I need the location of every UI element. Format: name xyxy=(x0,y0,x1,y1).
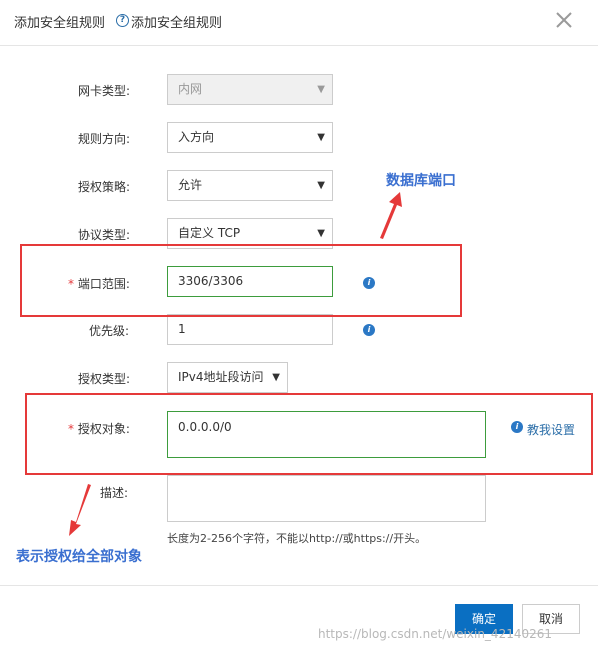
priority-value: 1 xyxy=(178,322,186,336)
priority-label: 优先级: xyxy=(89,324,130,338)
all-objects-annotation: 表示授权给全部对象 xyxy=(16,549,142,565)
description-hint: 长度为2-256个字符，不能以http://或https://开头。 xyxy=(167,532,427,545)
database-port-annotation: 数据库端口 xyxy=(386,173,456,189)
auth-policy-value: 允许 xyxy=(178,178,203,192)
priority-input[interactable]: 1 xyxy=(167,314,333,345)
nic-type-value: 内网 xyxy=(178,82,203,96)
auth-policy-label: 授权策略: xyxy=(78,180,131,194)
nic-type-label: 网卡类型: xyxy=(78,84,131,98)
info-icon[interactable]: i xyxy=(363,324,375,336)
question-circle-icon[interactable]: ? xyxy=(116,14,129,27)
description-textarea[interactable] xyxy=(167,475,486,522)
close-icon-graphic xyxy=(556,12,572,28)
port-range-highlight-box xyxy=(20,244,462,317)
chevron-down-icon: ▼ xyxy=(317,180,325,191)
protocol-type-value: 自定义 TCP xyxy=(178,226,241,240)
chevron-down-icon: ▼ xyxy=(317,84,325,95)
chevron-down-icon: ▼ xyxy=(272,372,280,383)
description-label: 描述: xyxy=(100,486,129,500)
dialog-header: 添加安全组规则 ? 添加安全组规则 xyxy=(0,0,598,46)
footer-divider xyxy=(0,585,598,586)
rule-direction-value: 入方向 xyxy=(178,130,215,144)
add-security-group-rule-dialog: 添加安全组规则 ? 添加安全组规则 网卡类型: 内网 ▼ 规则方向: 入方向 ▼… xyxy=(0,0,598,654)
arrow-down-icon xyxy=(69,484,91,536)
auth-object-highlight-box xyxy=(25,393,593,475)
watermark: https://blog.csdn.net/weixin_42140261 xyxy=(318,627,553,641)
close-icon[interactable] xyxy=(552,8,576,32)
protocol-type-label: 协议类型: xyxy=(78,228,131,242)
auth-type-select[interactable]: IPv4地址段访问 ▼ xyxy=(167,362,288,393)
help-link[interactable]: 添加安全组规则 xyxy=(131,12,222,31)
arrow-up-icon xyxy=(380,192,402,239)
rule-direction-select[interactable]: 入方向 ▼ xyxy=(167,122,333,153)
nic-type-select[interactable]: 内网 ▼ xyxy=(167,74,333,105)
dialog-title: 添加安全组规则 xyxy=(14,16,106,31)
chevron-down-icon: ▼ xyxy=(317,132,325,143)
auth-policy-select[interactable]: 允许 ▼ xyxy=(167,170,333,201)
auth-type-value: IPv4地址段访问 xyxy=(178,370,264,384)
auth-type-label: 授权类型: xyxy=(78,372,131,386)
rule-direction-label: 规则方向: xyxy=(78,132,131,146)
